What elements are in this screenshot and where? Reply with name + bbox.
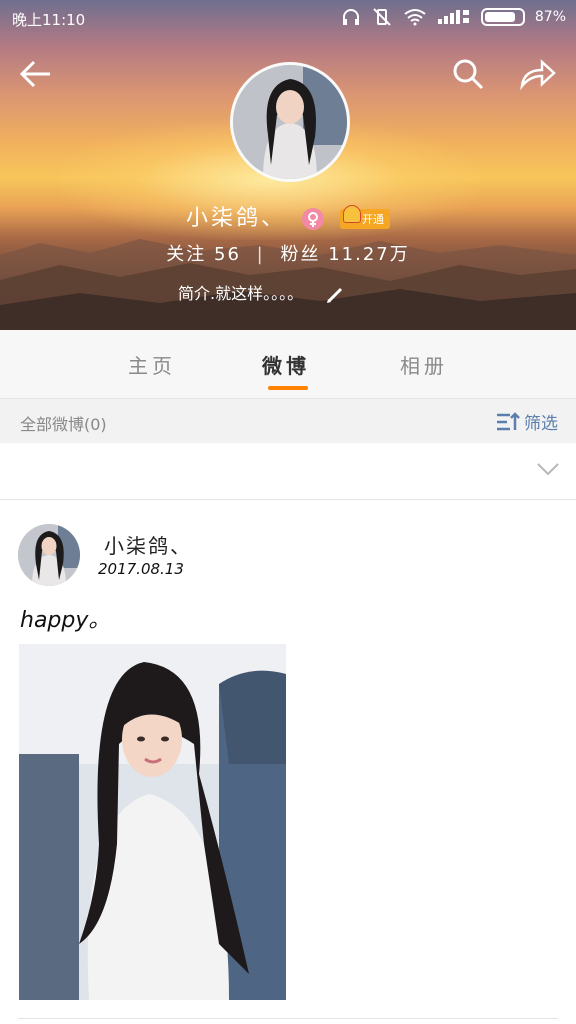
female-gender-icon xyxy=(302,208,324,230)
section-gap xyxy=(0,500,576,510)
followers-label: 粉丝 xyxy=(280,244,321,265)
back-button[interactable] xyxy=(18,56,58,96)
battery-percent: 87% xyxy=(534,9,566,25)
share-arrow-icon xyxy=(520,59,556,91)
tab-album[interactable]: 相册 xyxy=(400,350,448,379)
tab-weibo[interactable]: 微博 xyxy=(262,350,310,379)
share-button[interactable] xyxy=(518,56,558,96)
back-arrow-icon xyxy=(19,60,50,88)
collapsed-section[interactable] xyxy=(0,443,576,500)
headphones-icon xyxy=(342,9,359,25)
avatar-photo xyxy=(18,524,80,586)
profile-name-row: 小柒鸽、 开通 xyxy=(0,200,576,232)
post-date: 2017.08.13 xyxy=(98,560,184,578)
profile-header-banner: 晚上11:10 87% 小柒鸽、 开通 关注 56 | 粉丝 11.27万 简介… xyxy=(0,0,576,330)
filter-bar: 全部微博(0) 筛选 xyxy=(0,399,576,443)
avatar-photo xyxy=(233,65,347,179)
following-count: 56 xyxy=(214,244,241,265)
chevron-down-icon xyxy=(537,463,559,476)
profile-stats: 关注 56 | 粉丝 11.27万 xyxy=(0,240,576,266)
profile-name: 小柒鸽、 xyxy=(185,206,286,231)
vip-label: 开通 xyxy=(362,213,384,226)
stats-divider: | xyxy=(256,244,265,265)
signal-icon xyxy=(437,10,469,24)
search-icon xyxy=(453,59,484,90)
profile-avatar[interactable] xyxy=(230,62,350,182)
weibo-post: 小柒鸽、 2017.08.13 happy。 xyxy=(0,510,576,1024)
status-bar: 晚上11:10 87% xyxy=(0,0,576,36)
vibrate-off-icon xyxy=(373,8,391,26)
post-divider xyxy=(18,1018,558,1019)
tab-home[interactable]: 主页 xyxy=(128,350,176,379)
pencil-icon xyxy=(327,287,343,303)
status-icons: 87% xyxy=(341,8,566,26)
active-tab-indicator xyxy=(268,386,308,390)
battery-icon xyxy=(480,8,525,26)
followers-count: 11.27万 xyxy=(328,244,410,265)
status-time: 晚上11:10 xyxy=(12,11,86,29)
post-image[interactable] xyxy=(19,644,286,1000)
crown-icon xyxy=(343,205,361,223)
following-stat[interactable]: 关注 56 xyxy=(166,244,248,265)
followers-stat[interactable]: 粉丝 11.27万 xyxy=(280,244,409,265)
filter-button[interactable]: 筛选 xyxy=(496,409,558,434)
profile-bio[interactable]: 简介.就这样。。。。 xyxy=(178,280,344,304)
wifi-icon xyxy=(404,9,426,26)
post-author-avatar[interactable] xyxy=(18,524,80,586)
following-label: 关注 xyxy=(166,244,207,265)
bio-text: 简介.就这样。。。。 xyxy=(178,284,304,303)
post-author-name[interactable]: 小柒鸽、 xyxy=(104,530,192,559)
vip-open-badge[interactable]: 开通 xyxy=(340,205,390,229)
profile-tabs: 主页 微博 相册 xyxy=(0,330,576,399)
filter-icon xyxy=(497,411,520,430)
filter-label: 筛选 xyxy=(524,414,558,434)
post-text: happy。 xyxy=(20,608,111,633)
all-posts-label: 全部微博(0) xyxy=(20,415,107,434)
post-photo xyxy=(19,644,286,1000)
search-button[interactable] xyxy=(450,56,490,96)
